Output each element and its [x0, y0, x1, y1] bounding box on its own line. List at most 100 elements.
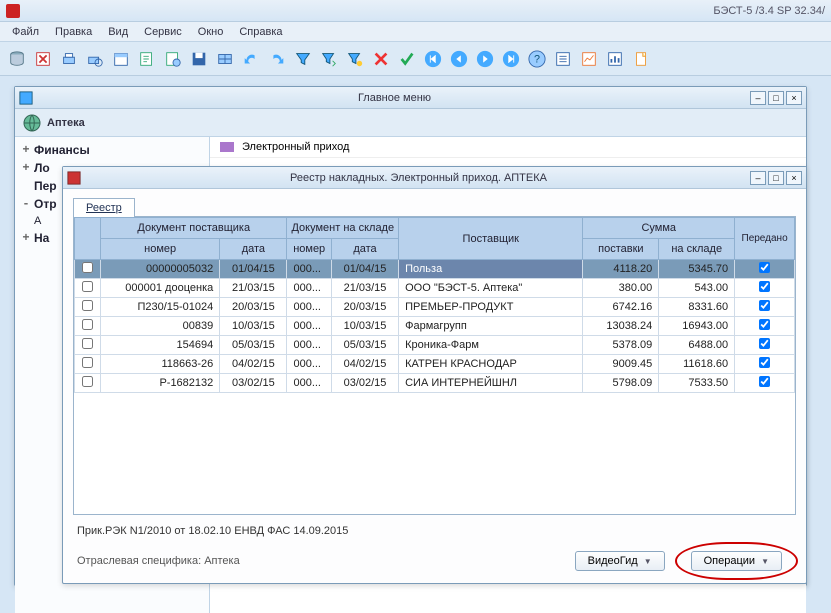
col-number[interactable]: номер: [101, 239, 220, 260]
transferred-checkbox[interactable]: [759, 319, 770, 330]
list-icon[interactable]: [552, 48, 574, 70]
tree-item-label: Ло: [34, 161, 50, 175]
transferred-checkbox[interactable]: [759, 357, 770, 368]
undo-icon[interactable]: [240, 48, 262, 70]
table-row[interactable]: 0000000503201/04/15000...01/04/15Польза4…: [75, 260, 795, 279]
table-row[interactable]: 118663-2604/02/15000...04/02/15КАТРЕН КР…: [75, 355, 795, 374]
row-checkbox[interactable]: [82, 300, 93, 311]
sheet-link-icon[interactable]: [162, 48, 184, 70]
close-button[interactable]: ×: [786, 171, 802, 185]
cell-supplier: ООО "БЭСТ-5. Аптека": [399, 279, 583, 298]
operations-button[interactable]: Операции▼: [691, 551, 782, 571]
col-date2[interactable]: дата: [331, 239, 398, 260]
col-sum-stock[interactable]: на складе: [659, 239, 735, 260]
row-checkbox[interactable]: [82, 281, 93, 292]
table-row[interactable]: 000001 дооценка21/03/15000...21/03/15ООО…: [75, 279, 795, 298]
menu-service[interactable]: Сервис: [136, 24, 190, 40]
close-button[interactable]: ×: [786, 91, 802, 105]
menu-help[interactable]: Справка: [231, 24, 290, 40]
main-window-titlebar[interactable]: Главное меню – □ ×: [15, 87, 806, 109]
chart-icon[interactable]: [578, 48, 600, 70]
db-icon[interactable]: [6, 48, 28, 70]
app-icon: [6, 4, 20, 18]
sheet-edit-icon[interactable]: [136, 48, 158, 70]
minimize-button[interactable]: –: [750, 91, 766, 105]
expand-icon[interactable]: +: [21, 161, 31, 175]
cell-number: Р-1682132: [101, 374, 220, 393]
expand-icon[interactable]: +: [21, 231, 31, 245]
maximize-button[interactable]: □: [768, 91, 784, 105]
transferred-checkbox[interactable]: [759, 281, 770, 292]
chart2-icon[interactable]: [604, 48, 626, 70]
table-row[interactable]: 0083910/03/15000...10/03/15Фармагрупп130…: [75, 317, 795, 336]
cell-supplier: СИА ИНТЕРНЕЙШНЛ: [399, 374, 583, 393]
cell-sum-supply: 5378.09: [583, 336, 659, 355]
row-checkbox[interactable]: [82, 357, 93, 368]
funnel-settings-icon[interactable]: [344, 48, 366, 70]
col-transferred[interactable]: Передано: [735, 218, 795, 260]
row-checkbox[interactable]: [82, 376, 93, 387]
col-supplier[interactable]: Поставщик: [399, 218, 583, 260]
cell-number2: 000...: [287, 317, 331, 336]
print-icon[interactable]: [58, 48, 80, 70]
chevron-down-icon: ▼: [761, 557, 769, 566]
tab-registry[interactable]: Реестр: [73, 198, 135, 217]
expand-icon[interactable]: +: [21, 143, 31, 157]
col-date[interactable]: дата: [220, 239, 287, 260]
cell-sum-supply: 380.00: [583, 279, 659, 298]
redo-icon[interactable]: [266, 48, 288, 70]
cell-number2: 000...: [287, 336, 331, 355]
prev-icon[interactable]: [448, 48, 470, 70]
content-item[interactable]: Электронный приход: [210, 137, 806, 158]
cell-number2: 000...: [287, 355, 331, 374]
cell-supplier: ПРЕМЬЕР-ПРОДУКТ: [399, 298, 583, 317]
save-icon[interactable]: [188, 48, 210, 70]
delete-icon[interactable]: [370, 48, 392, 70]
calendar-icon[interactable]: [110, 48, 132, 70]
col-group-sum[interactable]: Сумма: [583, 218, 735, 239]
menu-file[interactable]: Файл: [4, 24, 47, 40]
registry-titlebar[interactable]: Реестр накладных. Электронный приход. АП…: [63, 167, 806, 189]
col-group-stock-doc[interactable]: Документ на складе: [287, 218, 399, 239]
cell-number2: 000...: [287, 279, 331, 298]
col-select[interactable]: [75, 218, 101, 260]
registry-grid[interactable]: Документ поставщика Документ на складе П…: [73, 216, 796, 515]
window-icon: [67, 171, 81, 185]
funnel-icon[interactable]: [292, 48, 314, 70]
video-guide-button[interactable]: ВидеоГид▼: [575, 551, 665, 571]
help-icon[interactable]: ?: [526, 48, 548, 70]
transferred-checkbox[interactable]: [759, 262, 770, 273]
cell-sum-stock: 6488.00: [659, 336, 735, 355]
maximize-button[interactable]: □: [768, 171, 784, 185]
row-checkbox[interactable]: [82, 319, 93, 330]
row-checkbox[interactable]: [82, 262, 93, 273]
print-search-icon[interactable]: [84, 48, 106, 70]
col-group-supplier-doc[interactable]: Документ поставщика: [101, 218, 287, 239]
grid-icon[interactable]: [214, 48, 236, 70]
transferred-checkbox[interactable]: [759, 300, 770, 311]
page-icon[interactable]: [630, 48, 652, 70]
transferred-checkbox[interactable]: [759, 376, 770, 387]
cell-sum-supply: 6742.16: [583, 298, 659, 317]
svg-text:?: ?: [534, 53, 540, 65]
menu-window[interactable]: Окно: [190, 24, 232, 40]
registry-window-title: Реестр накладных. Электронный приход. АП…: [87, 172, 750, 184]
funnel-nav-icon[interactable]: [318, 48, 340, 70]
expand-icon[interactable]: -: [21, 197, 31, 211]
menu-view[interactable]: Вид: [100, 24, 136, 40]
col-number2[interactable]: номер: [287, 239, 331, 260]
last-icon[interactable]: [500, 48, 522, 70]
table-row[interactable]: Р-168213203/02/15000...03/02/15СИА ИНТЕР…: [75, 374, 795, 393]
tree-item[interactable]: +Финансы: [15, 141, 209, 159]
transferred-checkbox[interactable]: [759, 338, 770, 349]
minimize-button[interactable]: –: [750, 171, 766, 185]
next-icon[interactable]: [474, 48, 496, 70]
table-row[interactable]: 15469405/03/15000...05/03/15Кроника-Фарм…: [75, 336, 795, 355]
refresh-icon[interactable]: [32, 48, 54, 70]
menu-edit[interactable]: Правка: [47, 24, 100, 40]
table-row[interactable]: П230/15-0102420/03/15000...20/03/15ПРЕМЬ…: [75, 298, 795, 317]
first-icon[interactable]: [422, 48, 444, 70]
col-sum-supply[interactable]: поставки: [583, 239, 659, 260]
row-checkbox[interactable]: [82, 338, 93, 349]
check-icon[interactable]: [396, 48, 418, 70]
